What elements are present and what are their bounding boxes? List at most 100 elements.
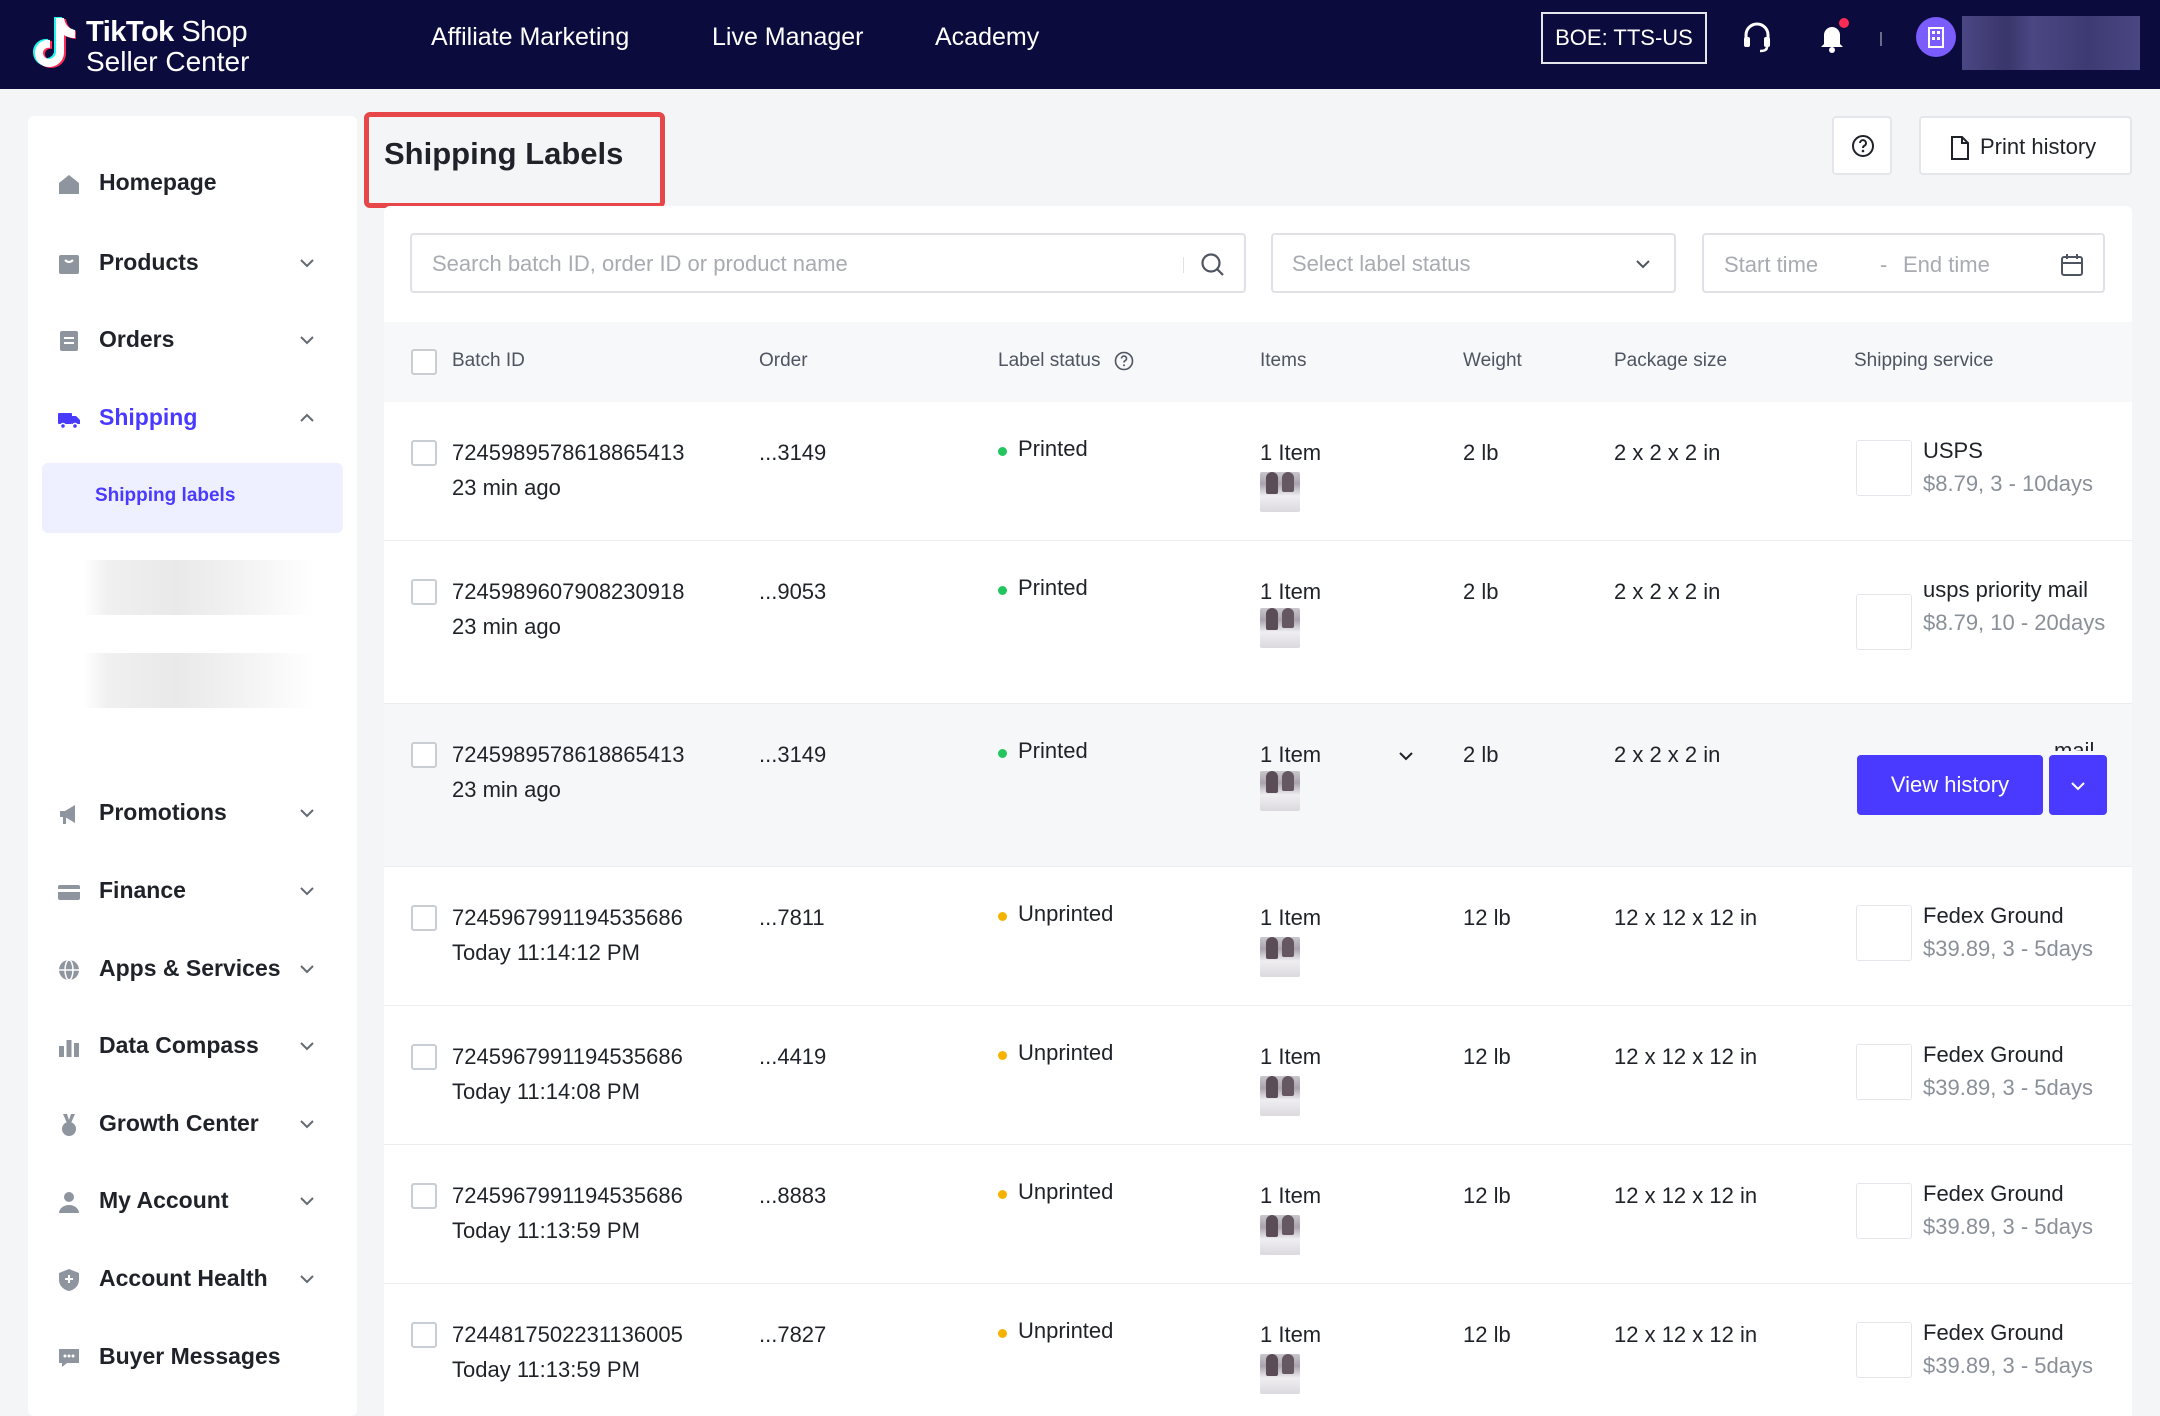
order-id[interactable]: ...7811 [759, 905, 825, 931]
view-history-button[interactable]: View history [1857, 755, 2043, 815]
shipping-service-name: USPS [1923, 438, 1983, 463]
order-id[interactable]: ...7827 [759, 1322, 826, 1348]
nav-live-manager[interactable]: Live Manager [712, 0, 863, 89]
order-id[interactable]: ...8883 [759, 1183, 826, 1209]
sidebar-item-growth-center[interactable]: Growth Center [28, 1097, 357, 1153]
row-checkbox[interactable] [411, 440, 437, 466]
tiktok-shop-logo[interactable]: TikTok Shop Seller Center [32, 10, 262, 80]
batch-id[interactable]: 7245989578618865413 [452, 440, 684, 466]
col-items[interactable]: Items [1260, 350, 1306, 372]
nav-academy[interactable]: Academy [935, 0, 1039, 89]
select-all-checkbox[interactable] [411, 349, 437, 375]
weight: 12 lb [1463, 1044, 1511, 1069]
col-package-size[interactable]: Package size [1614, 350, 1727, 372]
sidebar-item-homepage[interactable]: Homepage [28, 156, 357, 212]
sidebar-item-orders[interactable]: Orders [28, 313, 357, 369]
col-label-status[interactable]: Label status [998, 350, 1100, 372]
table-row[interactable]: 7245967991194535686 Today 11:14:12 PM ..… [384, 867, 2132, 1006]
table-row[interactable]: 7245967991194535686 Today 11:13:59 PM ..… [384, 1145, 2132, 1284]
items-count[interactable]: 1 Item [1260, 1044, 1321, 1070]
row-checkbox[interactable] [411, 1322, 437, 1348]
row-checkbox[interactable] [411, 905, 437, 931]
shop-avatar-icon[interactable] [1916, 17, 1956, 57]
account-name-redacted[interactable] [1962, 16, 2140, 70]
sidebar-item-buyer-messages[interactable]: Buyer Messages [28, 1330, 357, 1386]
row-checkbox[interactable] [411, 1044, 437, 1070]
carrier-logo [1856, 905, 1912, 961]
sidebar-item-my-account[interactable]: My Account [28, 1174, 357, 1230]
batch-time: Today 11:14:12 PM [452, 940, 640, 965]
sidebar-label: Shipping [99, 404, 198, 430]
headset-icon[interactable] [1740, 18, 1774, 56]
batch-id[interactable]: 7245989607908230918 [452, 579, 684, 605]
chevron-down-icon [2071, 782, 2085, 791]
items-count[interactable]: 1 Item [1260, 905, 1321, 931]
view-history-dropdown-button[interactable] [2049, 755, 2107, 815]
order-id[interactable]: ...4419 [759, 1044, 826, 1070]
chevron-down-icon[interactable] [1397, 747, 1415, 765]
bell-icon[interactable] [1815, 18, 1849, 56]
sidebar-label: Promotions [99, 799, 227, 825]
row-checkbox[interactable] [411, 1183, 437, 1209]
sidebar-item-finance[interactable]: Finance [28, 864, 357, 920]
sidebar-item-shipping[interactable]: Shipping [28, 391, 357, 447]
row-checkbox[interactable] [411, 742, 437, 768]
search-field[interactable] [410, 233, 1246, 293]
col-batch-id[interactable]: Batch ID [452, 350, 525, 372]
start-time-input[interactable]: Start time [1724, 252, 1818, 278]
items-count[interactable]: 1 Item [1260, 579, 1321, 605]
sidebar-item-account-health[interactable]: Account Health [28, 1252, 357, 1308]
brand-name: TikTok Shop [86, 16, 248, 48]
page-title: Shipping Labels [384, 136, 624, 171]
globe-icon [59, 959, 79, 981]
help-button[interactable] [1832, 116, 1892, 175]
table-row[interactable]: 7245967991194535686 Today 11:14:08 PM ..… [384, 1006, 2132, 1145]
search-input[interactable] [432, 249, 1192, 279]
items-count[interactable]: 1 Item [1260, 1183, 1321, 1209]
question-circle-icon [1852, 135, 1874, 157]
table-row[interactable]: 7245989607908230918 23 min ago ...9053 P… [384, 541, 2132, 704]
col-shipping-service[interactable]: Shipping service [1854, 350, 1993, 372]
carrier-logo [1856, 1183, 1912, 1239]
col-order[interactable]: Order [759, 350, 808, 372]
print-history-button[interactable]: Print history [1919, 116, 2132, 175]
sidebar-subitem-shipping-labels[interactable]: Shipping labels [42, 463, 343, 533]
sidebar-item-apps-services[interactable]: Apps & Services [28, 942, 357, 998]
batch-id[interactable]: 7245967991194535686 [452, 1044, 683, 1070]
label-status-placeholder: Select label status [1292, 251, 1471, 276]
sidebar-item-promotions[interactable]: Promotions [28, 786, 357, 842]
environment-badge[interactable]: BOE: TTS-US [1541, 12, 1707, 64]
table-row[interactable]: 7244817502231136005 Today 11:13:59 PM ..… [384, 1284, 2132, 1416]
table-row[interactable]: 7245989578618865413 23 min ago ...3149 P… [384, 402, 2132, 541]
date-range-picker[interactable]: Start time - End time [1702, 233, 2105, 293]
batch-id[interactable]: 7245967991194535686 [452, 1183, 683, 1209]
items-count[interactable]: 1 Item [1260, 440, 1321, 466]
package-size: 2 x 2 x 2 in [1614, 440, 1721, 465]
items-count[interactable]: 1 Item [1260, 1322, 1321, 1348]
row-checkbox[interactable] [411, 579, 437, 605]
label-status: Printed [1018, 738, 1088, 763]
col-weight[interactable]: Weight [1463, 350, 1522, 372]
sidebar-label: Growth Center [99, 1110, 259, 1136]
sidebar-item-products[interactable]: Products [28, 236, 357, 292]
carrier-logo [1856, 1322, 1912, 1378]
batch-id[interactable]: 7245967991194535686 [452, 905, 683, 931]
question-circle-icon[interactable] [1113, 350, 1135, 372]
sidebar: Homepage Products Orders Shipping Shippi… [28, 116, 357, 1416]
order-id[interactable]: ...3149 [759, 742, 826, 768]
batch-id[interactable]: 7244817502231136005 [452, 1322, 683, 1348]
items-count[interactable]: 1 Item [1260, 742, 1321, 768]
sidebar-item-data-compass[interactable]: Data Compass [28, 1019, 357, 1075]
order-id[interactable]: ...9053 [759, 579, 826, 605]
nav-affiliate-marketing[interactable]: Affiliate Marketing [431, 0, 629, 89]
chevron-down-icon [300, 1275, 314, 1284]
document-icon [1951, 136, 1969, 160]
batch-id[interactable]: 7245989578618865413 [452, 742, 684, 768]
order-id[interactable]: ...3149 [759, 440, 826, 466]
package-size: 2 x 2 x 2 in [1614, 742, 1721, 767]
end-time-input[interactable]: End time [1903, 252, 1990, 278]
date-separator: - [1880, 252, 1888, 277]
label-status-select[interactable]: Select label status [1271, 233, 1676, 293]
search-icon[interactable] [1199, 251, 1227, 279]
package-size: 2 x 2 x 2 in [1614, 579, 1721, 604]
